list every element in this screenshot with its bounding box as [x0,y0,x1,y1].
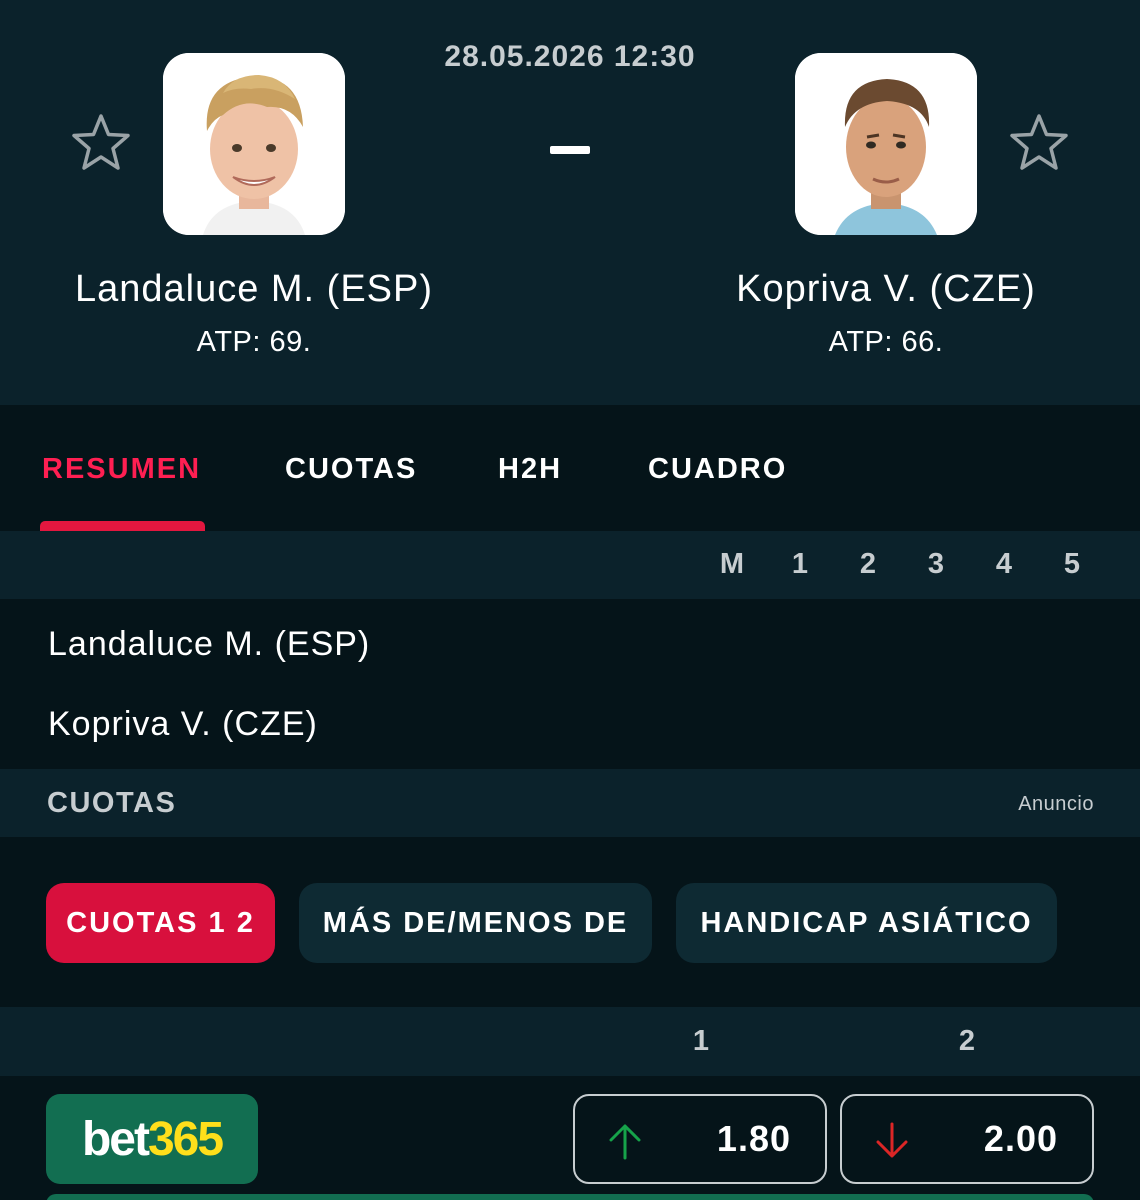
scoreboard-header: M 1 2 3 4 5 [0,531,1140,599]
tab-h2h[interactable]: H2H [498,453,562,486]
bet365-logo-text-b: 365 [147,1112,224,1166]
market-header: 1 2 [0,1007,1140,1076]
odds-section-header: CUOTAS Anuncio [0,769,1140,837]
odds-away-button[interactable]: 2.00 [840,1094,1094,1184]
filter-asian-handicap[interactable]: HANDICAP ASIÁTICO [676,883,1057,963]
odds-home-button[interactable]: 1.80 [573,1094,827,1184]
match-tabs: RESUMEN CUOTAS H2H CUADRO [0,405,1140,531]
set-column-2: 2 [859,548,877,580]
odds-away-value: 2.00 [983,1118,1058,1159]
scoreboard-away-player: Kopriva V. (CZE) [48,705,318,743]
market-column-2: 2 [958,1025,976,1057]
favorite-home-star-icon[interactable] [69,110,133,174]
away-player-name[interactable]: Kopriva V. (CZE) [636,268,1136,311]
set-column-1: 1 [791,548,809,580]
next-bookmaker-row[interactable] [46,1194,1094,1200]
set-column-match: M [719,548,745,580]
odds-filters: CUOTAS 1 2 MÁS DE/MENOS DE HANDICAP ASIÁ… [0,837,1140,1007]
away-player-rank: ATP: 66. [828,326,944,358]
away-player-avatar[interactable] [795,53,977,235]
home-player-rank: ATP: 69. [196,326,312,358]
bookmaker-row: bet 365 1.80 2.00 [0,1076,1140,1200]
set-column-3: 3 [927,548,945,580]
match-header: 28.05.2026 12:30 Landaluce M. (ESP) ATP:… [0,0,1140,405]
tab-cuadro[interactable]: CUADRO [648,453,787,486]
tab-cuotas[interactable]: CUOTAS [285,453,417,486]
odds-section-title: CUOTAS [47,787,177,819]
scoreboard-body: Landaluce M. (ESP) Kopriva V. (CZE) [0,599,1140,769]
arrow-down-icon [874,1122,910,1160]
favorite-away-star-icon[interactable] [1007,110,1071,174]
set-column-4: 4 [995,548,1013,580]
market-column-1: 1 [692,1025,710,1057]
set-column-5: 5 [1063,548,1081,580]
active-tab-indicator [40,521,205,531]
home-player-name[interactable]: Landaluce M. (ESP) [4,268,504,311]
home-player-avatar[interactable] [163,53,345,235]
filter-cuotas-1-2[interactable]: CUOTAS 1 2 [46,883,275,963]
bet365-logo-text-a: bet [81,1112,150,1166]
bet365-logo[interactable]: bet 365 [46,1094,258,1184]
arrow-up-icon [607,1122,643,1160]
odds-home-value: 1.80 [716,1118,791,1159]
filter-over-under[interactable]: MÁS DE/MENOS DE [299,883,652,963]
tab-resumen[interactable]: RESUMEN [42,453,201,486]
ad-label: Anuncio [1018,793,1094,815]
scoreboard-home-player: Landaluce M. (ESP) [48,625,371,663]
score-separator [550,146,590,154]
